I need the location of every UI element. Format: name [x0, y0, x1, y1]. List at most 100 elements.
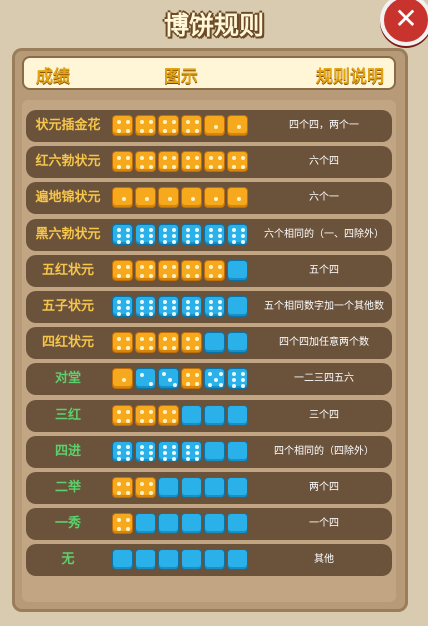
- rule-row: 二举 两个四: [26, 472, 392, 504]
- rule-name: 红六勃状元: [35, 154, 101, 169]
- orange-die-icon: [227, 151, 248, 172]
- orange-die-icon: [112, 115, 133, 136]
- blue-die-icon: [204, 296, 225, 317]
- rule-name: 五子状元: [41, 299, 94, 314]
- orange-die-icon: [181, 368, 202, 389]
- orange-die-icon: [112, 477, 133, 498]
- rule-row: 状元插金花 四个四，两个一: [26, 110, 392, 142]
- rule-description: 六个四: [309, 156, 339, 167]
- rule-description: 其他: [314, 554, 334, 565]
- orange-die-icon: [112, 260, 133, 281]
- rule-name: 二举: [54, 480, 81, 495]
- rule-name: 遍地锦状元: [35, 190, 101, 205]
- blue-die-icon: [158, 224, 179, 245]
- orange-die-icon: [158, 187, 179, 208]
- orange-die-icon: [158, 115, 179, 136]
- header-illustration: 图示: [164, 67, 198, 87]
- blue-die-icon: [181, 513, 202, 534]
- orange-die-icon: [181, 260, 202, 281]
- rule-description: 一个四: [309, 518, 339, 529]
- dice-illustration: [112, 477, 248, 499]
- rule-description: 四个四加任意两个数: [279, 337, 369, 348]
- rule-row: 遍地锦状元 六个一: [26, 182, 392, 214]
- orange-die-icon: [204, 187, 225, 208]
- rules-dialog: 博饼规则 ✕ 成绩 图示 规则说明 状元插金花 四个四，两个一 红六勃状元 六个四 遍地…: [0, 0, 428, 626]
- rule-name: 状元插金花: [35, 118, 101, 133]
- dice-illustration: [112, 441, 248, 463]
- blue-die-icon: [135, 441, 156, 462]
- table-header: 成绩 图示 规则说明: [22, 56, 396, 90]
- blue-die-icon: [158, 477, 179, 498]
- orange-die-icon: [112, 187, 133, 208]
- rule-name: 一秀: [54, 516, 81, 531]
- orange-die-icon: [112, 405, 133, 426]
- blue-die-icon: [181, 224, 202, 245]
- rule-description: 六个一: [309, 192, 339, 203]
- blue-die-icon: [227, 368, 248, 389]
- orange-die-icon: [181, 115, 202, 136]
- blue-die-icon: [204, 549, 225, 570]
- orange-die-icon: [181, 151, 202, 172]
- dice-illustration: [112, 151, 248, 173]
- orange-die-icon: [135, 260, 156, 281]
- dice-illustration: [112, 405, 248, 427]
- orange-die-icon: [204, 260, 225, 281]
- rule-name: 四红状元: [41, 335, 94, 350]
- rule-description: 四个相同的（四除外）: [274, 446, 374, 457]
- blue-die-icon: [204, 332, 225, 353]
- rule-row: 对堂 一二三四五六: [26, 363, 392, 395]
- blue-die-icon: [227, 296, 248, 317]
- blue-die-icon: [227, 513, 248, 534]
- blue-die-icon: [227, 332, 248, 353]
- blue-die-icon: [158, 513, 179, 534]
- blue-die-icon: [158, 549, 179, 570]
- orange-die-icon: [181, 332, 202, 353]
- blue-die-icon: [181, 477, 202, 498]
- blue-die-icon: [158, 368, 179, 389]
- blue-die-icon: [227, 224, 248, 245]
- orange-die-icon: [135, 115, 156, 136]
- blue-die-icon: [158, 296, 179, 317]
- rule-row: 红六勃状元 六个四: [26, 146, 392, 178]
- orange-die-icon: [112, 151, 133, 172]
- orange-die-icon: [181, 187, 202, 208]
- blue-die-icon: [204, 477, 225, 498]
- dice-illustration: [112, 224, 248, 246]
- blue-die-icon: [204, 368, 225, 389]
- orange-die-icon: [158, 405, 179, 426]
- orange-die-icon: [204, 151, 225, 172]
- blue-die-icon: [227, 477, 248, 498]
- rule-name: 黑六勃状元: [35, 227, 101, 242]
- dialog-title: 博饼规则: [163, 11, 264, 40]
- blue-die-icon: [204, 441, 225, 462]
- dice-illustration: [112, 260, 248, 282]
- rule-description: 一二三四五六: [294, 373, 354, 384]
- header-score: 成绩: [36, 67, 70, 87]
- rule-description: 五个相同数字加一个其他数: [264, 301, 384, 312]
- blue-die-icon: [204, 224, 225, 245]
- blue-die-icon: [227, 405, 248, 426]
- dice-illustration: [112, 513, 248, 535]
- blue-die-icon: [227, 441, 248, 462]
- rule-name: 四进: [54, 444, 81, 459]
- blue-die-icon: [227, 260, 248, 281]
- blue-die-icon: [112, 549, 133, 570]
- blue-die-icon: [135, 296, 156, 317]
- rule-description: 五个四: [309, 265, 339, 276]
- blue-die-icon: [158, 441, 179, 462]
- blue-die-icon: [135, 224, 156, 245]
- dice-illustration: [112, 549, 248, 571]
- rule-description: 三个四: [309, 410, 339, 421]
- blue-die-icon: [112, 296, 133, 317]
- rule-description: 六个相同的（一、四除外）: [264, 229, 384, 240]
- rule-row: 四进 四个相同的（四除外）: [26, 436, 392, 468]
- dice-illustration: [112, 115, 248, 137]
- orange-die-icon: [158, 151, 179, 172]
- rule-row: 五红状元 五个四: [26, 255, 392, 287]
- blue-die-icon: [227, 549, 248, 570]
- rule-row: 四红状元 四个四加任意两个数: [26, 327, 392, 359]
- blue-die-icon: [135, 368, 156, 389]
- dice-illustration: [112, 332, 248, 354]
- blue-die-icon: [135, 549, 156, 570]
- rule-row: 三红 三个四: [26, 400, 392, 432]
